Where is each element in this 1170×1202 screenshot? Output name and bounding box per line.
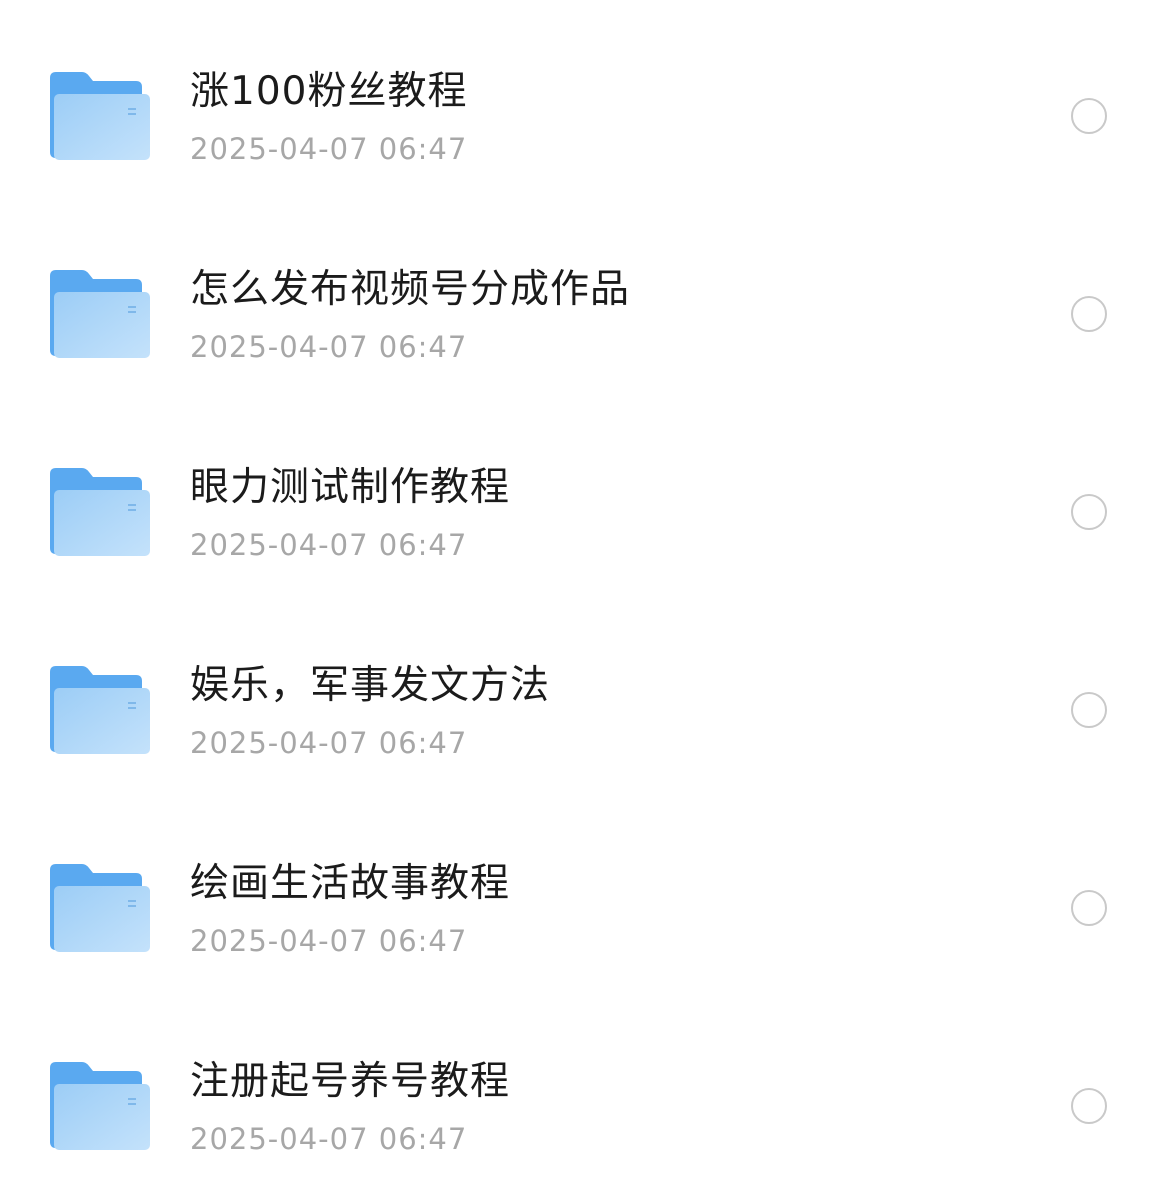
file-name[interactable]: 涨100粉丝教程	[190, 66, 467, 118]
file-date: 2025-04-07 06:47	[190, 924, 468, 958]
file-row[interactable]: 涨100粉丝教程 2025-04-07 06:47	[0, 0, 1170, 198]
file-name[interactable]: 娱乐，军事发文方法	[190, 660, 550, 712]
folder-icon	[48, 270, 150, 358]
file-row[interactable]: 眼力测试制作教程 2025-04-07 06:47	[0, 396, 1170, 594]
select-radio[interactable]	[1071, 692, 1107, 728]
select-radio[interactable]	[1071, 1088, 1107, 1124]
folder-icon	[48, 72, 150, 160]
file-date: 2025-04-07 06:47	[190, 528, 468, 562]
folder-icon	[48, 468, 150, 556]
file-date: 2025-04-07 06:47	[190, 330, 468, 364]
folder-icon	[48, 864, 150, 952]
folder-icon	[48, 666, 150, 754]
file-date: 2025-04-07 06:47	[190, 132, 468, 166]
file-row[interactable]: 娱乐，军事发文方法 2025-04-07 06:47	[0, 594, 1170, 792]
select-radio[interactable]	[1071, 890, 1107, 926]
file-row[interactable]: 绘画生活故事教程 2025-04-07 06:47	[0, 792, 1170, 990]
file-name[interactable]: 注册起号养号教程	[190, 1056, 510, 1108]
folder-icon	[48, 1062, 150, 1150]
file-date: 2025-04-07 06:47	[190, 726, 468, 760]
file-name[interactable]: 绘画生活故事教程	[190, 858, 510, 910]
file-list: 涨100粉丝教程 2025-04-07 06:47 怎么发布视频号分成作品 20…	[0, 0, 1170, 1202]
file-row[interactable]: 怎么发布视频号分成作品 2025-04-07 06:47	[0, 198, 1170, 396]
file-date: 2025-04-07 06:47	[190, 1122, 468, 1156]
select-radio[interactable]	[1071, 98, 1107, 134]
select-radio[interactable]	[1071, 296, 1107, 332]
file-name[interactable]: 怎么发布视频号分成作品	[190, 264, 630, 316]
file-name[interactable]: 眼力测试制作教程	[190, 462, 510, 514]
file-row[interactable]: 注册起号养号教程 2025-04-07 06:47	[0, 990, 1170, 1188]
select-radio[interactable]	[1071, 494, 1107, 530]
